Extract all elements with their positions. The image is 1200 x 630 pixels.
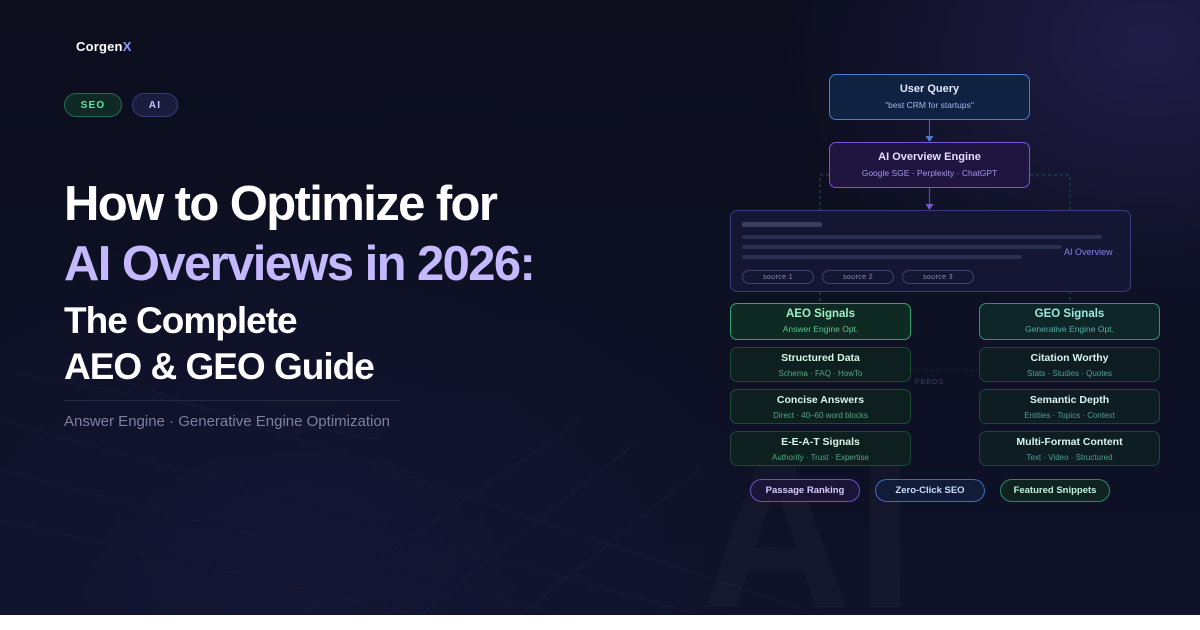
signal-title: Concise Answers [776,394,865,406]
aeo-title: AEO Signals [785,308,856,320]
overview-text-bar [742,255,1022,259]
aeo-signals-header: AEO Signals Answer Engine Opt. [730,303,911,340]
user-query-node: User Query "best CRM for startups" [829,74,1030,120]
passage-ranking-tag: Passage Ranking [750,479,860,502]
geo-detail: Generative Engine Opt. [1025,324,1114,334]
aeo-signal-card: Structured Data Schema · FAQ · HowTo [730,347,911,382]
user-query-title: User Query [899,83,960,95]
overview-text-bar [742,235,1102,239]
geo-signals-header: GEO Signals Generative Engine Opt. [979,303,1160,340]
geo-signal-card: Multi-Format Content Text · Video · Stru… [979,431,1160,466]
featured-snippets-tag: Featured Snippets [1000,479,1110,502]
engine-title: AI Overview Engine [878,151,981,163]
ai-overview-engine-node: AI Overview Engine Google SGE · Perplexi… [829,142,1030,188]
signal-title: Multi-Format Content [1016,436,1123,448]
source-chip: source 1 [742,270,814,284]
source-chip: source 3 [902,270,974,284]
aeo-signal-card: E-E-A-T Signals Authority · Trust · Expe… [730,431,911,466]
geo-title: GEO Signals [1034,308,1105,320]
ai-overview-panel: AI Overview source 1 source 2 source 3 [730,210,1131,292]
user-query-detail: "best CRM for startups" [885,100,974,110]
aeo-signal-card: Concise Answers Direct · 40–60 word bloc… [730,389,911,424]
signal-title: E-E-A-T Signals [781,436,860,448]
footer-strip [0,615,1200,630]
feeds-label: FEEDS [915,377,945,386]
signal-detail: Schema · FAQ · HowTo [778,369,863,378]
zero-click-seo-tag: Zero-Click SEO [875,479,985,502]
ai-overview-label: AI Overview [1064,247,1113,257]
hero-banner: AI CorgenX SEO AI How to Optimize for AI… [0,0,1200,615]
signal-title: Structured Data [781,352,860,364]
geo-signal-card: Citation Worthy Stats · Studies · Quotes [979,347,1160,382]
source-chip: source 2 [822,270,894,284]
aeo-detail: Answer Engine Opt. [782,324,859,334]
signal-detail: Text · Video · Structured [1026,453,1113,462]
overview-heading-bar [742,222,822,227]
signal-detail: Authority · Trust · Expertise [772,453,869,462]
signal-title: Citation Worthy [1030,352,1109,364]
signal-title: Semantic Depth [1029,394,1110,406]
signal-detail: Entities · Topics · Context [1024,411,1115,420]
overview-text-bar [742,245,1062,249]
signal-detail: Direct · 40–60 word blocks [773,411,868,420]
geo-signal-card: Semantic Depth Entities · Topics · Conte… [979,389,1160,424]
signal-detail: Stats · Studies · Quotes [1027,369,1112,378]
engine-detail: Google SGE · Perplexity · ChatGPT [861,168,998,178]
